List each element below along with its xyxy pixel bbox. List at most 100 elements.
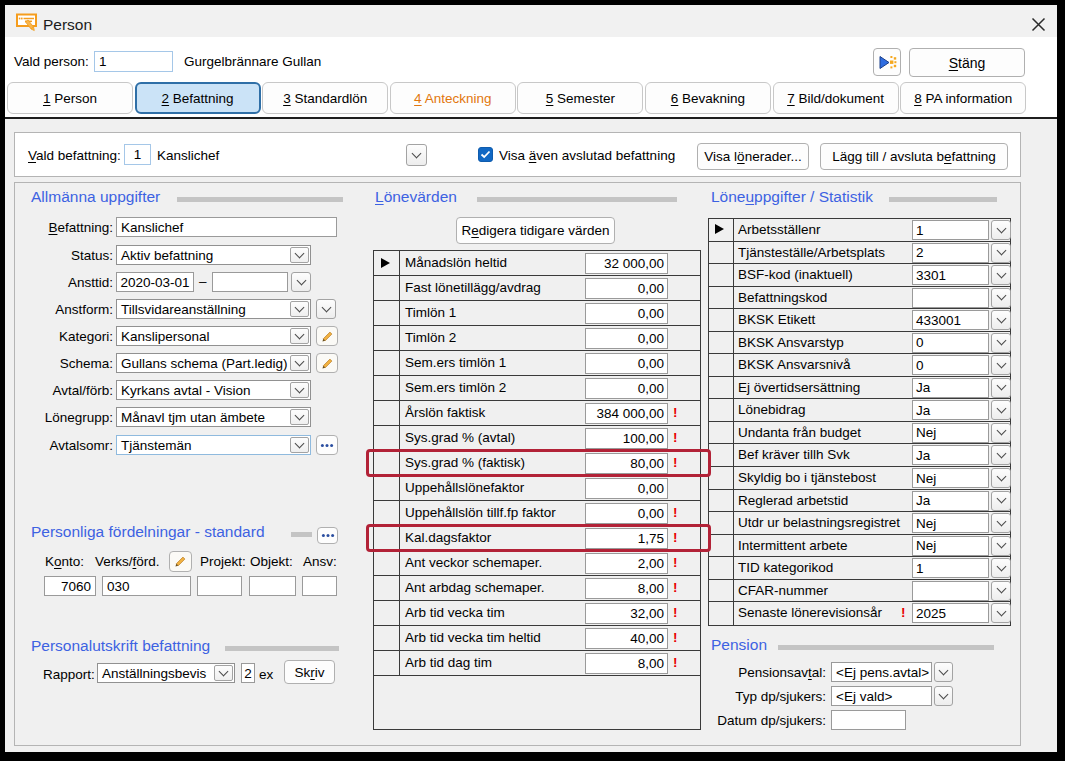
statistics-row-dropdown-button[interactable] xyxy=(991,603,1011,623)
ansttid-dropdown-button[interactable] xyxy=(291,272,311,292)
statistics-row-value[interactable]: 3301 xyxy=(912,265,989,285)
statistics-row-value[interactable]: 433001 xyxy=(912,310,989,330)
show-ended-checkbox[interactable] xyxy=(478,147,493,162)
chevron-down-icon[interactable] xyxy=(290,409,309,425)
statistics-row-value[interactable]: 1 xyxy=(912,558,989,578)
anstform-select[interactable]: Tillsvidareanställning xyxy=(116,299,311,319)
statistics-row-dropdown-button[interactable] xyxy=(991,265,1011,285)
statistics-row-value[interactable] xyxy=(912,288,989,308)
statistics-row-value[interactable]: Ja xyxy=(912,445,989,465)
statistics-row-dropdown-button[interactable] xyxy=(991,333,1011,353)
chevron-down-icon[interactable] xyxy=(290,437,309,453)
salary-row-value[interactable]: 100,00 xyxy=(585,428,668,449)
objekt-input[interactable] xyxy=(249,576,296,596)
lonegrupp-select[interactable]: Månavl tjm utan ämbete xyxy=(116,407,311,427)
statistics-row-dropdown-button[interactable] xyxy=(991,423,1011,443)
kategori-edit-button[interactable] xyxy=(316,326,338,346)
statistics-row-value[interactable]: Ja xyxy=(912,400,989,420)
selected-person-input[interactable]: 1 xyxy=(94,51,173,72)
ansttid-from-input[interactable]: 2020-03-01 xyxy=(116,272,194,292)
tab[interactable]: 7 Bild/dokument xyxy=(773,82,899,114)
statistics-row-dropdown-button[interactable] xyxy=(991,220,1011,240)
verks-input[interactable]: 030 xyxy=(102,576,191,596)
statistics-row-dropdown-button[interactable] xyxy=(991,355,1011,375)
run-button[interactable] xyxy=(873,48,901,76)
salary-row-value[interactable]: 40,00 xyxy=(585,628,668,649)
statistics-row-dropdown-button[interactable] xyxy=(991,468,1011,488)
add-end-position-button[interactable]: Lägg till / avsluta befattning xyxy=(820,143,1008,170)
statistics-row-dropdown-button[interactable] xyxy=(991,243,1011,263)
statistics-row-dropdown-button[interactable] xyxy=(991,581,1011,601)
statistics-row-dropdown-button[interactable] xyxy=(991,558,1011,578)
avtal-select[interactable]: Kyrkans avtal - Vision xyxy=(116,380,311,400)
statistics-row-value[interactable]: 0 xyxy=(912,333,989,353)
anstform-extra-dropdown-button[interactable] xyxy=(316,299,336,319)
tab[interactable]: 2 Befattning xyxy=(135,82,261,114)
salary-row-value[interactable]: 0,00 xyxy=(585,478,668,499)
edit-previous-values-button[interactable]: Redigera tidigare värden xyxy=(456,217,615,244)
statistics-row-value[interactable] xyxy=(912,581,989,601)
statistics-row-value[interactable]: Ja xyxy=(912,491,989,511)
datum-dp-sjukers-input[interactable] xyxy=(831,710,906,730)
tab[interactable]: 1 Person xyxy=(7,82,133,114)
salary-row-value[interactable]: 384 000,00 xyxy=(585,403,668,424)
typ-dp-sjukers-value[interactable]: <Ej vald> xyxy=(831,686,932,706)
statistics-row-value[interactable]: Nej xyxy=(912,468,989,488)
statistics-row-value[interactable]: Nej xyxy=(912,536,989,556)
show-salary-rows-button[interactable]: Visa lönerader... xyxy=(697,143,809,170)
chevron-down-icon[interactable] xyxy=(290,382,309,398)
salary-row-value[interactable]: 0,00 xyxy=(585,278,668,299)
statistics-row-value[interactable]: 2 xyxy=(912,243,989,263)
statistics-row-dropdown-button[interactable] xyxy=(991,400,1011,420)
statistics-row-value[interactable]: Ja xyxy=(912,378,989,398)
chevron-down-icon[interactable] xyxy=(290,355,309,371)
statistics-row-dropdown-button[interactable] xyxy=(991,536,1011,556)
tab[interactable]: 8 PA information xyxy=(900,82,1026,114)
statistics-row-dropdown-button[interactable] xyxy=(991,513,1011,533)
statistics-row-value[interactable]: Nej xyxy=(912,423,989,443)
konto-input[interactable]: 7060 xyxy=(44,576,96,596)
status-select[interactable]: Aktiv befattning xyxy=(116,245,311,265)
schema-select[interactable]: Gullans schema (Part.ledig) xyxy=(116,353,311,373)
statistics-row-value[interactable]: Nej xyxy=(912,513,989,533)
tab[interactable]: 5 Semester xyxy=(517,82,643,114)
copies-input[interactable]: 2 xyxy=(241,663,255,683)
chevron-down-icon[interactable] xyxy=(290,247,309,263)
statistics-row-value[interactable]: 2025 xyxy=(912,603,989,623)
salary-row-value[interactable]: 0,00 xyxy=(585,303,668,324)
selected-position-input[interactable]: 1 xyxy=(124,144,151,165)
pensionsavtal-dropdown-button[interactable] xyxy=(934,662,953,682)
verks-edit-button[interactable] xyxy=(169,551,192,572)
salary-row-value[interactable]: 80,00 xyxy=(585,453,668,474)
print-button[interactable]: Skriv xyxy=(284,660,335,684)
avtalsomr-more-button[interactable] xyxy=(316,435,338,455)
tab[interactable]: 6 Bevakning xyxy=(645,82,771,114)
salary-row-value[interactable]: 0,00 xyxy=(585,328,668,349)
statistics-row-dropdown-button[interactable] xyxy=(991,445,1011,465)
typ-dp-sjukers-dropdown-button[interactable] xyxy=(934,686,953,706)
salary-row-value[interactable]: 8,00 xyxy=(585,578,668,599)
statistics-row-dropdown-button[interactable] xyxy=(991,288,1011,308)
close-window-button[interactable]: Stäng xyxy=(909,48,1025,77)
salary-row-value[interactable]: 0,00 xyxy=(585,353,668,374)
statistics-row-value[interactable]: 1 xyxy=(912,220,989,240)
statistics-row-dropdown-button[interactable] xyxy=(991,310,1011,330)
statistics-row-value[interactable]: 0 xyxy=(912,355,989,375)
chevron-down-icon[interactable] xyxy=(290,328,309,344)
distributions-more-button[interactable] xyxy=(317,527,338,544)
salary-row-value[interactable]: 2,00 xyxy=(585,553,668,574)
rapport-select[interactable]: Anställningsbevis xyxy=(97,663,235,683)
statistics-row-dropdown-button[interactable] xyxy=(991,491,1011,511)
avtalsomr-select[interactable]: Tjänstemän xyxy=(116,435,311,455)
tab[interactable]: 4 Anteckning xyxy=(390,82,516,114)
schema-edit-button[interactable] xyxy=(316,353,338,373)
position-dropdown-button[interactable] xyxy=(406,144,427,166)
befattning-input[interactable]: Kanslichef xyxy=(116,217,337,237)
ansv-input[interactable] xyxy=(302,576,337,596)
salary-row-value[interactable]: 32,00 xyxy=(585,603,668,624)
chevron-down-icon[interactable] xyxy=(290,301,309,317)
chevron-down-icon[interactable] xyxy=(214,665,233,681)
ansttid-to-input[interactable] xyxy=(212,272,288,292)
salary-row-value[interactable]: 32 000,00 xyxy=(585,253,668,274)
kategori-select[interactable]: Kanslipersonal xyxy=(116,326,311,346)
